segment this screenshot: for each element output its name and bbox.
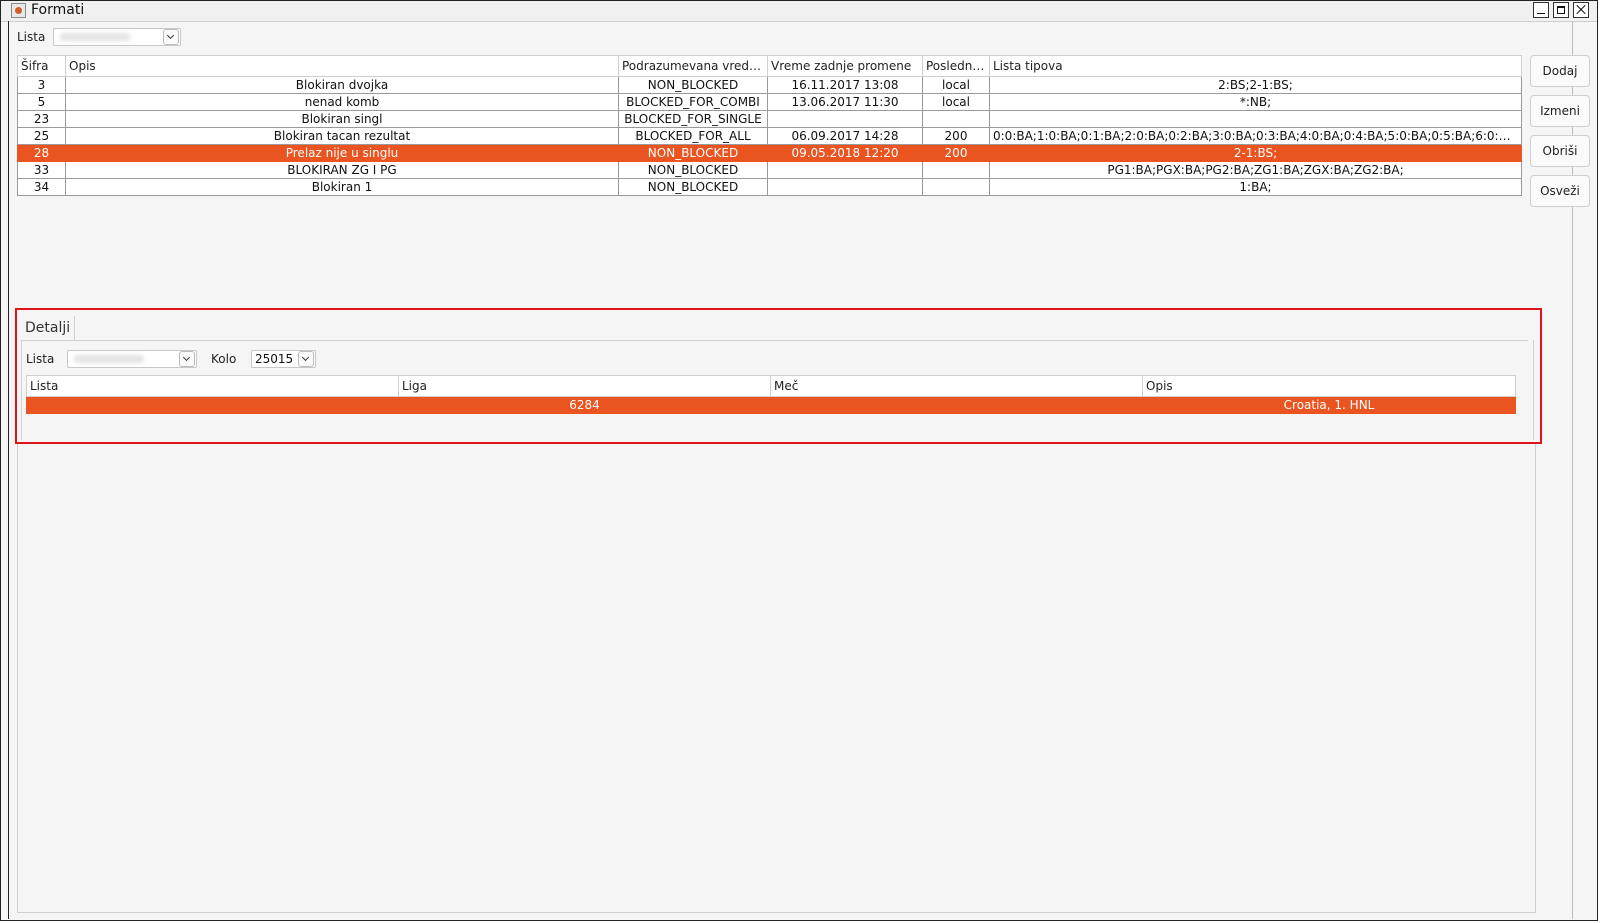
cell-opis: Blokiran 1 [65,178,619,196]
cell-sifra: 33 [17,161,66,179]
cell-poslednji: local [922,76,990,94]
col-header-vreme[interactable]: Vreme zadnje promene [767,55,923,77]
cell-sifra: 5 [17,93,66,111]
formati-table: Šifra Opis Podrazumevana vredno... Vreme… [17,55,1522,196]
lista-label: Lista [17,30,46,44]
table-header-row: Šifra Opis Podrazumevana vredno... Vreme… [17,55,1522,77]
title-bar: Formati [1,1,1597,22]
cell-vreme [767,178,923,196]
cell-opis: BLOKIRAN ZG I PG [65,161,619,179]
col-header-sifra[interactable]: Šifra [17,55,66,77]
cell-sifra: 23 [17,110,66,128]
cell-opis: nenad komb [65,93,619,111]
kolo-label: Kolo [211,352,237,366]
cell-liga: 6284 [398,396,771,414]
cell-lista-tipova [989,110,1522,128]
cell-mec [770,396,1143,414]
col-header-opis[interactable]: Opis [65,55,619,77]
cell-lista-tipova: 2:BS;2-1:BS; [989,76,1522,94]
col-header-liga[interactable]: Liga [398,375,771,397]
chevron-down-icon[interactable] [163,29,179,45]
tab-detalji[interactable]: Detalji [21,316,76,340]
table-row[interactable]: 3 Blokiran dvojka NON_BLOCKED 16.11.2017 13… [17,76,1522,94]
cell-poslednji [922,178,990,196]
cell-poslednji: local [922,93,990,111]
minimize-icon[interactable] [1533,2,1549,18]
details-tabstrip: Detalji [21,316,1528,341]
table-row[interactable]: 33 BLOKIRAN ZG I PG NON_BLOCKED PG1:BA;PGX:… [17,161,1522,179]
col-header-details-opis[interactable]: Opis [1142,375,1516,397]
details-lista-combo[interactable] [67,350,197,368]
cell-opis: Prelaz nije u singlu [65,144,619,162]
izmeni-button[interactable]: Izmeni [1530,95,1590,127]
details-lista-combo-value [74,355,144,363]
cell-vreme: 13.06.2017 11:30 [767,93,923,111]
cell-podrazumevana: NON_BLOCKED [618,161,768,179]
cell-opis: Blokiran dvojka [65,76,619,94]
table-row[interactable]: 5 nenad komb BLOCKED_FOR_COMBI 13.06.2017 1… [17,93,1522,111]
cell-podrazumevana: BLOCKED_FOR_ALL [618,127,768,145]
osvezi-button[interactable]: Osveži [1530,175,1590,207]
cell-poslednji: 200 [922,144,990,162]
chevron-down-icon[interactable] [298,351,314,367]
cell-podrazumevana: NON_BLOCKED [618,178,768,196]
java-app-icon [11,3,26,18]
col-header-podrazumevana[interactable]: Podrazumevana vredno... [618,55,768,77]
details-header-row: Lista Liga Meč Opis [26,375,1516,397]
cell-lista-tipova: 2-1:BS; [989,144,1522,162]
cell-lista-tipova: 1:BA; [989,178,1522,196]
details-empty-area [17,444,1536,913]
cell-vreme: 06.09.2017 14:28 [767,127,923,145]
cell-vreme [767,161,923,179]
col-header-lista[interactable]: Lista [26,375,399,397]
col-header-lista-tipova[interactable]: Lista tipova [989,55,1522,77]
table-row[interactable]: 23 Blokiran singl BLOCKED_FOR_SINGLE [17,110,1522,128]
table-row[interactable]: 28 Prelaz nije u singlu NON_BLOCKED 09.05.2… [17,144,1522,162]
window-title: Formati [31,2,85,18]
dodaj-button[interactable]: Dodaj [1530,55,1590,87]
cell-lista-tipova: 0:0:BA;1:0:BA;0:1:BA;2:0:BA;0:2:BA;3:0:B… [989,127,1522,145]
cell-vreme: 09.05.2018 12:20 [767,144,923,162]
cell-lista [26,396,399,414]
details-lista-label: Lista [26,352,55,366]
cell-opis: Croatia, 1. HNL [1142,396,1516,414]
cell-podrazumevana: BLOCKED_FOR_COMBI [618,93,768,111]
cell-vreme: 16.11.2017 13:08 [767,76,923,94]
details-table: Lista Liga Meč Opis 6284 Croatia, 1. HNL [26,375,1516,414]
left-border [8,21,9,919]
table-row[interactable]: 25 Blokiran tacan rezultat BLOCKED_FOR_ALL… [17,127,1522,145]
cell-podrazumevana: BLOCKED_FOR_SINGLE [618,110,768,128]
details-table-row[interactable]: 6284 Croatia, 1. HNL [26,396,1516,414]
cell-opis: Blokiran tacan rezultat [65,127,619,145]
cell-sifra: 3 [17,76,66,94]
cell-lista-tipova: *:NB; [989,93,1522,111]
cell-podrazumevana: NON_BLOCKED [618,76,768,94]
kolo-combo[interactable]: 25015 [251,350,316,368]
chevron-down-icon[interactable] [179,351,195,367]
cell-opis: Blokiran singl [65,110,619,128]
cell-sifra: 25 [17,127,66,145]
cell-sifra: 28 [17,144,66,162]
col-header-mec[interactable]: Meč [770,375,1143,397]
lista-combo-value [60,33,130,41]
cell-sifra: 34 [17,178,66,196]
cell-vreme [767,110,923,128]
cell-podrazumevana: NON_BLOCKED [618,144,768,162]
cell-poslednji [922,161,990,179]
cell-poslednji [922,110,990,128]
kolo-value: 25015 [255,352,294,366]
table-row[interactable]: 34 Blokiran 1 NON_BLOCKED 1:BA; [17,178,1522,196]
lista-combo[interactable] [53,28,181,46]
cell-poslednji: 200 [922,127,990,145]
obrisi-button[interactable]: Obriši [1530,135,1590,167]
maximize-icon[interactable] [1553,2,1569,18]
close-icon[interactable] [1573,2,1589,18]
col-header-poslednji[interactable]: Poslednji ... [922,55,990,77]
cell-lista-tipova: PG1:BA;PGX:BA;PG2:BA;ZG1:BA;ZGX:BA;ZG2:B… [989,161,1522,179]
details-panel: Detalji Lista Kolo 25015 Lista Liga Meč … [15,308,1542,444]
